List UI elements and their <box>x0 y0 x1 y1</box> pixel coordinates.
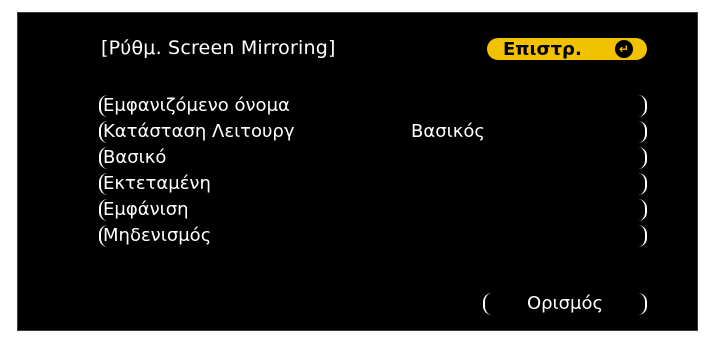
back-button-label: Επιστρ. <box>503 38 582 60</box>
menu-item-label: Βασικό <box>103 147 167 168</box>
menu-item-label: Κατάσταση Λειτουργ <box>103 121 295 142</box>
set-button-label: Ορισμός <box>526 293 604 314</box>
menu-item-operation-mode[interactable]: Κατάσταση Λειτουργ Βασικός <box>99 121 647 143</box>
menu-item-label: Μηδενισμός <box>103 225 212 246</box>
menu-item-display[interactable]: Εμφάνιση <box>99 199 647 221</box>
page-title: [Ρύθμ. Screen Mirroring] <box>101 37 336 59</box>
menu-item-label: Εμφάνιση <box>103 199 189 220</box>
back-button[interactable]: Επιστρ. ↵ <box>487 38 647 60</box>
menu-item-display-name[interactable]: Εμφανιζόμενο όνομα <box>99 95 647 117</box>
menu-item-extended[interactable]: Εκτεταμένη <box>99 173 647 195</box>
menu-item-value: Βασικός <box>411 121 485 142</box>
menu-item-basic[interactable]: Βασικό <box>99 147 647 169</box>
set-button[interactable]: Ορισμός <box>483 293 647 315</box>
menu-list: Εμφανιζόμενο όνομα Κατάσταση Λειτουργ Βα… <box>99 95 647 251</box>
menu-item-label: Εμφανιζόμενο όνομα <box>103 95 290 116</box>
enter-icon: ↵ <box>615 40 633 58</box>
menu-item-reset[interactable]: Μηδενισμός <box>99 225 647 247</box>
menu-item-label: Εκτεταμένη <box>103 173 211 194</box>
